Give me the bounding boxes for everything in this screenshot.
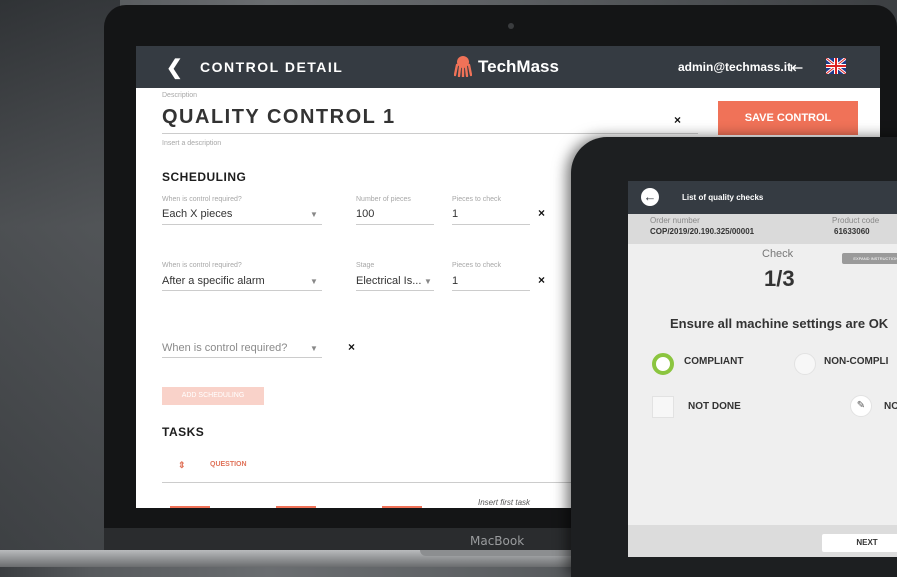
remove-scheduling-icon[interactable]: × [538,273,545,287]
task-action-stub [382,506,422,508]
check-question: Ensure all machine settings are OK [670,316,889,331]
logout-icon[interactable]: ⇤ [790,58,803,78]
tablet-title: List of quality checks [682,193,764,202]
remove-scheduling-icon[interactable]: × [348,340,355,354]
when-label: When is control required? [162,262,242,269]
field-underline [452,290,530,291]
number-of-pieces-label: Number of pieces [356,196,411,203]
field-underline [162,357,322,358]
next-button[interactable]: NEXT [822,534,897,552]
tablet-screen: ← List of quality checks Order number CO… [628,181,897,557]
task-action-stub [170,506,210,508]
stage-select[interactable]: Electrical Is... [356,275,421,287]
pencil-icon[interactable]: ✎ [850,395,872,417]
uk-flag-icon[interactable] [826,58,846,74]
check-label: Check [762,248,794,260]
field-underline [162,224,322,225]
laptop-notch [420,550,590,556]
order-number-label: Order number [650,216,700,225]
product-code-label: Product code [832,216,880,225]
control-title-input[interactable]: QUALITY CONTROL 1 [162,106,396,129]
pieces-to-check-label: Pieces to check [452,196,502,203]
compliant-label[interactable]: COMPLIANT [684,356,743,367]
product-code-value: 61633060 [834,227,870,236]
question-column-header: QUESTION [210,461,247,468]
octopus-logo-icon [454,56,472,77]
not-done-label[interactable]: NOT DONE [688,401,741,412]
remove-scheduling-icon[interactable]: × [538,206,545,220]
task-action-stub [276,506,316,508]
when-select[interactable]: Each X pieces [162,208,232,220]
background-blur [0,0,120,567]
pieces-to-check-input[interactable]: 1 [452,275,458,287]
chevron-down-icon[interactable]: ▼ [310,210,318,219]
sort-icon[interactable]: ⇕ [178,460,186,471]
back-arrow-icon[interactable]: ← [641,188,659,206]
empty-tasks-text: Insert first task [478,498,531,507]
chevron-down-icon[interactable]: ▼ [424,277,432,286]
order-number-value: COP/2019/20.190.325/00001 [650,227,755,236]
clear-title-icon[interactable]: × [674,113,681,127]
order-info-bar: Order number COP/2019/20.190.325/00001 P… [628,214,897,244]
page-title: CONTROL DETAIL [200,59,344,75]
field-underline [356,290,434,291]
compliant-radio[interactable] [652,353,674,375]
when-select[interactable]: After a specific alarm [162,275,265,287]
camera-dot [508,23,514,29]
app-header: ❮ CONTROL DETAIL TechMass admin@techmass… [136,46,880,88]
save-control-button[interactable]: SAVE CONTROL [718,101,858,135]
pieces-to-check-input[interactable]: 1 [452,208,458,220]
note-label[interactable]: NO [884,401,897,412]
chevron-down-icon[interactable]: ▼ [310,344,318,353]
brand-name: TechMass [478,57,559,76]
pieces-to-check-label: Pieces to check [452,262,502,269]
number-of-pieces-input[interactable]: 100 [356,208,374,220]
expand-instructions-button[interactable]: EXPAND INSTRUCTIONS [842,253,897,264]
chevron-down-icon[interactable]: ▼ [310,277,318,286]
non-compliant-radio[interactable] [794,353,816,375]
laptop-brand-label: MacBook [470,534,525,548]
description-input[interactable]: Insert a description [162,140,221,147]
not-done-checkbox[interactable] [652,396,674,418]
chevron-left-icon[interactable]: ❮ [166,55,183,80]
add-scheduling-button[interactable]: ADD SCHEDULING [162,387,264,405]
tablet-header: ← List of quality checks [628,181,897,214]
field-underline [452,224,530,225]
title-underline [162,133,698,134]
description-label: Description [162,92,198,99]
stage-label: Stage [356,262,375,269]
user-email[interactable]: admin@techmass.it [678,60,791,74]
check-counter: 1/3 [764,266,795,291]
when-select-empty[interactable]: When is control required? [162,342,287,354]
tasks-heading: TASKS [162,425,205,439]
field-underline [356,224,434,225]
when-label: When is control required? [162,196,242,203]
scheduling-heading: SCHEDULING [162,170,247,184]
non-compliant-label[interactable]: NON-COMPLI [824,356,888,367]
field-underline [162,290,322,291]
